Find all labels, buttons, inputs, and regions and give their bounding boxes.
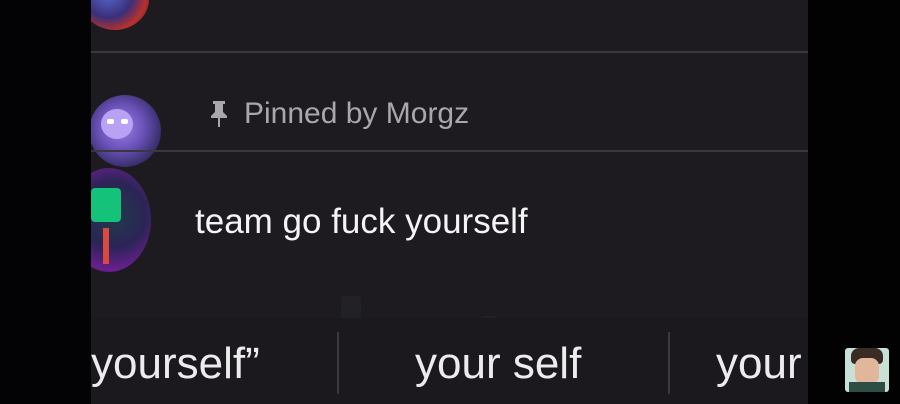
suggestion-item[interactable]: your [716,336,802,392]
video-frame: Pinned by Morgz team go fuck yourself yo… [0,0,900,404]
suggestion-item[interactable]: yourself” [91,336,260,392]
comment-divider [91,51,808,53]
suggestion-separator [337,332,339,394]
previous-comment-avatar[interactable] [91,0,149,30]
watermark-shirt [849,382,885,392]
creator-avatar[interactable] [91,95,161,167]
watermark-face [855,358,879,384]
suggestion-item[interactable]: your self [415,336,581,392]
creator-avatar-eye [121,119,128,124]
suggestion-separator [668,332,670,394]
commenter-avatar[interactable] [91,168,151,272]
creator-avatar-eye [107,119,114,124]
keyboard-suggestion-bar: yourself” your self your [91,318,808,404]
channel-watermark [845,348,889,392]
pinned-by-label: Pinned by Morgz [244,97,470,130]
pinned-divider [91,150,808,152]
pin-icon [211,101,227,127]
comment-text: team go fuck yourself [195,202,528,241]
right-letterbox [808,0,900,404]
commenter-avatar-figure [91,188,121,222]
phone-screen: Pinned by Morgz team go fuck yourself yo… [91,0,808,404]
commenter-avatar-detail [103,228,109,264]
left-letterbox [0,0,91,404]
creator-avatar-face [101,109,133,139]
